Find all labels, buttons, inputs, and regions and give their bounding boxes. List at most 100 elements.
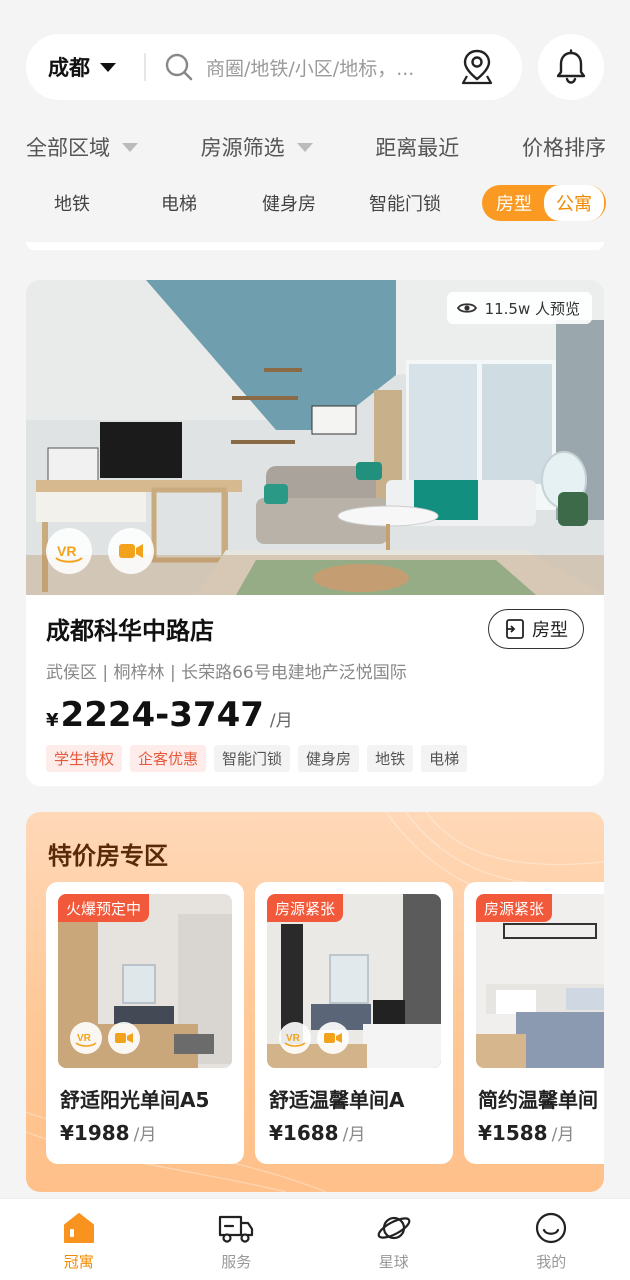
filter-label: 距离最近	[375, 136, 460, 160]
type-toggle[interactable]: 房型 公寓	[482, 185, 606, 221]
svg-text:VR: VR	[57, 543, 76, 559]
deal-price-unit: /月	[342, 1125, 366, 1145]
feature-chips: 学生特权 企客优惠 智能门锁 健身房 地铁 电梯	[46, 745, 584, 772]
views-badge: 11.5w 人预览	[446, 292, 592, 324]
deal-price-value: ¥1988	[60, 1121, 130, 1145]
listing-info: 成都科华中路店 房型 武侯区 | 桐梓林 | 长荣路66号电建地产泛悦国际 ¥ …	[26, 595, 604, 772]
nav-label: 服务	[221, 1253, 252, 1271]
notification-button[interactable]	[538, 34, 604, 100]
caret-down-icon	[122, 142, 138, 152]
views-count: 11.5w 人预览	[484, 299, 580, 318]
city-label: 成都	[48, 56, 90, 80]
vr-button[interactable]: VR	[70, 1022, 102, 1054]
filter-listing[interactable]: 房源筛选	[201, 132, 313, 162]
deal-name: 简约温馨单间	[478, 1088, 598, 1112]
video-button[interactable]	[317, 1022, 349, 1054]
chip-gym: 健身房	[298, 745, 360, 772]
tag-bar: 地铁 电梯 健身房 智能门锁 房型 公寓	[26, 184, 606, 222]
filter-area[interactable]: 全部区域	[26, 132, 138, 162]
layout-button[interactable]: 房型	[488, 609, 584, 649]
tag-smart-lock[interactable]: 智能门锁	[338, 190, 472, 216]
sort-distance[interactable]: 距离最近	[375, 132, 459, 162]
deal-price: ¥1988 /月	[60, 1120, 156, 1145]
search-icon	[165, 53, 193, 81]
vr-icon: VR	[55, 543, 83, 563]
tag-subway[interactable]: 地铁	[26, 190, 118, 216]
deal-price-unit: /月	[133, 1125, 157, 1145]
deal-price-unit: /月	[551, 1125, 575, 1145]
vr-icon: VR	[284, 1033, 306, 1047]
eye-icon	[456, 303, 477, 313]
deal-badge: 火爆预定中	[58, 894, 150, 922]
filter-label: 房源筛选	[200, 136, 285, 160]
chip-elevator: 电梯	[421, 745, 468, 772]
layout-button-label: 房型	[532, 620, 568, 641]
price-unit: /月	[269, 711, 293, 731]
nav-label: 冠寓	[63, 1253, 94, 1271]
nav-home[interactable]: 冠寓	[0, 1199, 158, 1280]
chip-student: 学生特权	[46, 745, 123, 772]
filter-label: 价格排序	[521, 136, 606, 160]
deal-price: ¥1688 /月	[269, 1120, 365, 1145]
video-icon	[119, 544, 143, 558]
video-button[interactable]	[108, 1022, 140, 1054]
deal-price-value: ¥1688	[269, 1121, 339, 1145]
listing-card[interactable]: 11.5w 人预览 VR 成都科华中路店 房型 武侯区 | 桐梓林 | 长荣路6…	[26, 280, 604, 786]
deal-name: 舒适温馨单间A	[269, 1088, 405, 1112]
svg-text:VR: VR	[77, 1033, 92, 1044]
vr-button[interactable]: VR	[46, 528, 92, 574]
search-input[interactable]: 商圈/地铁/小区/地标，...	[206, 54, 446, 81]
deal-badge: 房源紧张	[267, 894, 344, 922]
toggle-option-apartment[interactable]: 公寓	[544, 185, 604, 221]
deal-photo[interactable]: 房源紧张 VR	[267, 894, 441, 1068]
listing-address: 武侯区 | 桐梓林 | 长荣路66号电建地产泛悦国际	[46, 663, 407, 683]
tag-gym[interactable]: 健身房	[240, 190, 338, 216]
nav-service[interactable]: 服务	[158, 1199, 316, 1280]
deal-card[interactable]: 房源紧张 VR 舒适温馨单间A ¥1688 /月	[255, 882, 453, 1164]
filter-bar: 全部区域 房源筛选 距离最近 价格排序	[26, 128, 606, 166]
video-icon	[115, 1033, 133, 1043]
vr-button[interactable]: VR	[279, 1022, 311, 1054]
sort-price[interactable]: 价格排序	[522, 132, 606, 162]
floorplan-icon	[506, 619, 524, 639]
tag-elevator[interactable]: 电梯	[118, 190, 240, 216]
deal-price: ¥1588 /月	[478, 1120, 574, 1145]
section-title: 特价房专区	[48, 842, 168, 870]
video-button[interactable]	[108, 528, 154, 574]
home-icon	[63, 1213, 94, 1243]
deal-card[interactable]: 房源紧张 简约温馨单间 ¥1588 /月	[464, 882, 604, 1164]
deal-badge: 房源紧张	[476, 894, 553, 922]
svg-text:VR: VR	[286, 1033, 301, 1044]
nav-profile[interactable]: 我的	[473, 1199, 630, 1280]
listing-photo[interactable]: 11.5w 人预览 VR	[26, 280, 604, 595]
city-selector[interactable]: 成都	[26, 52, 144, 82]
divider	[144, 53, 146, 81]
map-location-icon[interactable]	[460, 48, 494, 86]
bottom-nav: 冠寓 服务 星球 我的	[0, 1198, 630, 1280]
price-currency: ¥	[46, 710, 59, 731]
list-top-edge	[26, 242, 604, 250]
deal-name: 舒适阳光单间A5	[60, 1088, 210, 1112]
deal-card[interactable]: 火爆预定中 VR 舒适阳光单间A5 ¥1988 /月	[46, 882, 244, 1164]
special-offer-section: 特价房专区 火爆预定中 VR 舒适阳光单间A5 ¥1988 /月 房源紧张 VR…	[26, 812, 604, 1192]
caret-down-icon	[296, 142, 313, 152]
video-icon	[324, 1033, 342, 1043]
vr-icon: VR	[75, 1033, 97, 1047]
deal-photo[interactable]: 火爆预定中 VR	[58, 894, 232, 1068]
deal-price-value: ¥1588	[478, 1121, 548, 1145]
price-value: 2224-3747	[60, 695, 264, 735]
listing-price: ¥ 2224-3747 /月	[46, 695, 584, 735]
chip-corporate: 企客优惠	[130, 745, 207, 772]
deal-photo[interactable]: 房源紧张	[476, 894, 604, 1068]
bell-icon	[556, 49, 586, 84]
toggle-option-layout[interactable]: 房型	[484, 190, 544, 216]
caret-down-icon	[100, 62, 116, 72]
smile-icon	[536, 1212, 567, 1244]
search-bar[interactable]: 成都 商圈/地铁/小区/地标，...	[26, 34, 522, 100]
chip-subway: 地铁	[367, 745, 414, 772]
nav-planet[interactable]: 星球	[315, 1199, 473, 1280]
filter-label: 全部区域	[26, 136, 110, 160]
top-bar: 成都 商圈/地铁/小区/地标，...	[26, 34, 604, 100]
truck-icon	[219, 1215, 254, 1243]
chip-smart-lock: 智能门锁	[214, 745, 291, 772]
